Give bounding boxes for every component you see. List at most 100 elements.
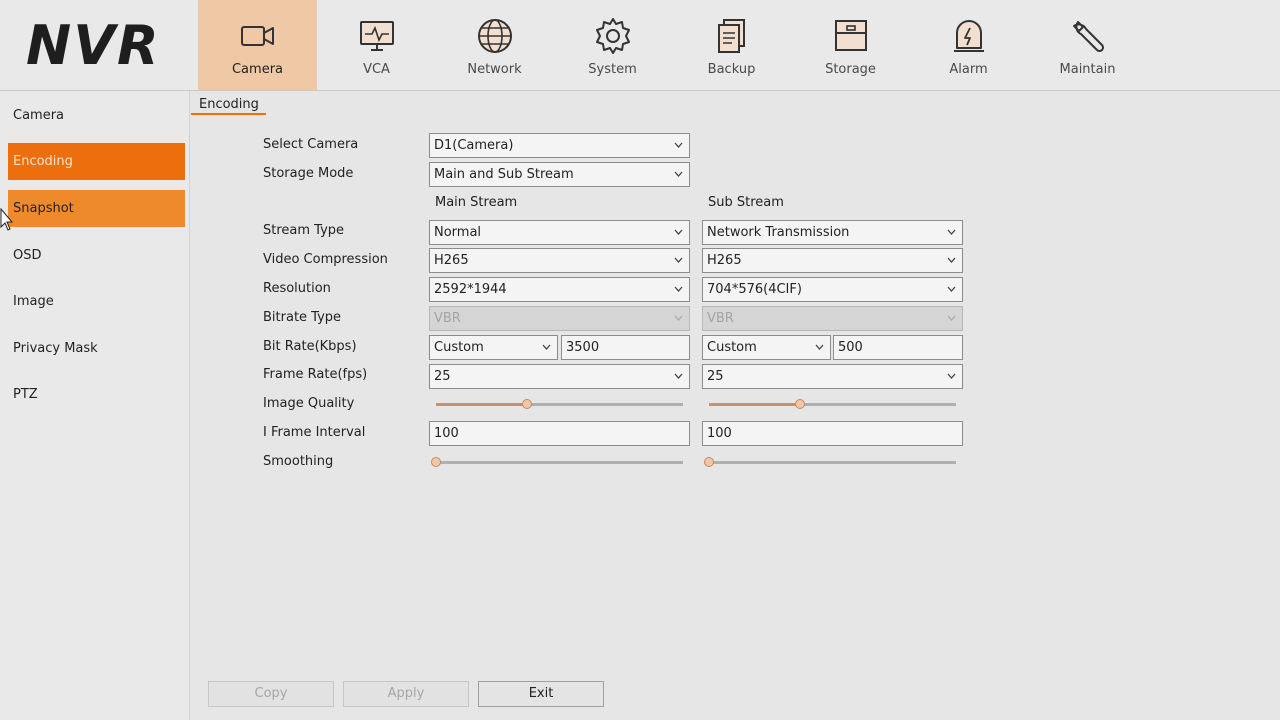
bitrate-type-label: Bitrate Type [263, 310, 342, 325]
sub-image-quality-slider[interactable] [709, 397, 956, 411]
main-bitrate-type-value: VBR [434, 311, 461, 326]
main-resolution-value: 2592*1944 [434, 282, 507, 297]
nav-camera[interactable]: Camera [198, 0, 317, 90]
encoding-panel: Encoding Select Camera Storage Mode Main… [191, 91, 1280, 720]
chevron-down-icon [947, 257, 956, 263]
alarm-bell-icon [954, 20, 984, 52]
slider-thumb[interactable] [522, 399, 533, 409]
chevron-down-icon [815, 344, 824, 350]
chevron-down-icon [947, 229, 956, 235]
chevron-down-icon [947, 315, 956, 321]
main-stream-type-dropdown[interactable]: Normal [429, 220, 690, 245]
main-resolution-dropdown[interactable]: 2592*1944 [429, 277, 690, 302]
main-stream-heading: Main Stream [435, 195, 518, 210]
sidebar-item-image[interactable]: Image [8, 283, 185, 320]
exit-button[interactable]: Exit [478, 681, 604, 707]
sidebar-item-privacy-mask[interactable]: Privacy Mask [8, 330, 185, 367]
mouse-pointer-icon [0, 208, 14, 231]
slider-thumb[interactable] [795, 399, 806, 409]
nav-storage[interactable]: Storage [791, 0, 910, 90]
nav-backup[interactable]: Backup [672, 0, 791, 90]
select-camera-dropdown[interactable]: D1(Camera) [429, 133, 690, 158]
main-stream-type-value: Normal [434, 225, 482, 240]
documents-icon [718, 19, 745, 53]
main-smoothing-slider[interactable] [431, 455, 683, 469]
slider-track [436, 461, 683, 464]
nvr-logo: NVR [26, 14, 161, 77]
sub-video-compression-value: H265 [707, 253, 742, 268]
sub-bit-rate-input[interactable]: 500 [833, 335, 963, 360]
image-quality-label: Image Quality [263, 396, 355, 411]
monitor-wave-icon [360, 21, 394, 51]
nav-label: Network [467, 62, 522, 77]
sub-bit-rate-value: 500 [838, 340, 863, 355]
slider-fill [436, 403, 528, 406]
camera-icon [241, 26, 274, 46]
nav-label: System [588, 62, 637, 77]
sub-bit-rate-mode-dropdown[interactable]: Custom [702, 335, 831, 360]
main-bit-rate-value: 3500 [566, 340, 600, 355]
chevron-down-icon [674, 286, 683, 292]
main-bit-rate-input[interactable]: 3500 [561, 335, 690, 360]
sub-resolution-value: 704*576(4CIF) [707, 282, 802, 297]
nav-label: Alarm [949, 62, 988, 77]
main-frame-rate-dropdown[interactable]: 25 [429, 364, 690, 389]
main-i-frame-interval-input[interactable]: 100 [429, 421, 690, 446]
storage-mode-value: Main and Sub Stream [434, 167, 574, 182]
chevron-down-icon [674, 142, 683, 148]
sub-resolution-dropdown[interactable]: 704*576(4CIF) [702, 277, 963, 302]
slider-thumb[interactable] [431, 457, 441, 467]
nav-label: Backup [707, 62, 756, 77]
storage-mode-dropdown[interactable]: Main and Sub Stream [429, 162, 690, 187]
sidebar: Camera Encoding Snapshot OSD Image Priva… [0, 91, 190, 720]
nav-label: Maintain [1059, 62, 1116, 77]
chevron-down-icon [674, 373, 683, 379]
copy-button[interactable]: Copy [208, 681, 334, 707]
chevron-down-icon [674, 257, 683, 263]
sub-stream-type-value: Network Transmission [707, 225, 850, 240]
main-i-frame-interval-value: 100 [434, 426, 459, 441]
chevron-down-icon [542, 344, 551, 350]
i-frame-interval-label: I Frame Interval [263, 425, 366, 440]
slider-track [709, 461, 956, 464]
sub-bitrate-type-value: VBR [707, 311, 734, 326]
smoothing-label: Smoothing [263, 454, 334, 469]
select-camera-value: D1(Camera) [434, 138, 514, 153]
main-video-compression-dropdown[interactable]: H265 [429, 248, 690, 273]
storage-mode-label: Storage Mode [263, 166, 354, 181]
sub-smoothing-slider[interactable] [704, 455, 956, 469]
chevron-down-icon [674, 229, 683, 235]
globe-icon [478, 19, 512, 53]
sub-frame-rate-dropdown[interactable]: 25 [702, 364, 963, 389]
chevron-down-icon [674, 171, 683, 177]
sidebar-item-osd[interactable]: OSD [8, 237, 185, 274]
sidebar-item-encoding[interactable]: Encoding [8, 143, 185, 180]
nav-system[interactable]: System [553, 0, 672, 90]
stream-type-label: Stream Type [263, 223, 345, 238]
nav-vca[interactable]: VCA [317, 0, 436, 90]
main-image-quality-slider[interactable] [436, 397, 683, 411]
nav-label: Storage [825, 62, 876, 77]
tab-encoding[interactable]: Encoding [199, 97, 259, 112]
sidebar-item-camera[interactable]: Camera [8, 97, 185, 134]
box-icon [835, 20, 867, 51]
apply-button[interactable]: Apply [343, 681, 469, 707]
video-compression-label: Video Compression [263, 252, 388, 267]
wrench-icon [1073, 21, 1105, 53]
sub-i-frame-interval-input[interactable]: 100 [702, 421, 963, 446]
nav-network[interactable]: Network [435, 0, 554, 90]
gear-icon [596, 18, 630, 54]
sub-video-compression-dropdown[interactable]: H265 [702, 248, 963, 273]
sub-stream-heading: Sub Stream [708, 195, 784, 210]
nav-alarm[interactable]: Alarm [909, 0, 1028, 90]
sub-stream-type-dropdown[interactable]: Network Transmission [702, 220, 963, 245]
tab-active-underline [191, 113, 266, 115]
sidebar-item-snapshot[interactable]: Snapshot [8, 190, 185, 227]
sidebar-item-ptz[interactable]: PTZ [8, 376, 185, 413]
nav-maintain[interactable]: Maintain [1028, 0, 1147, 90]
sub-i-frame-interval-value: 100 [707, 426, 732, 441]
main-bit-rate-mode-value: Custom [434, 340, 484, 355]
main-bit-rate-mode-dropdown[interactable]: Custom [429, 335, 558, 360]
slider-thumb[interactable] [704, 457, 714, 467]
resolution-label: Resolution [263, 281, 331, 296]
